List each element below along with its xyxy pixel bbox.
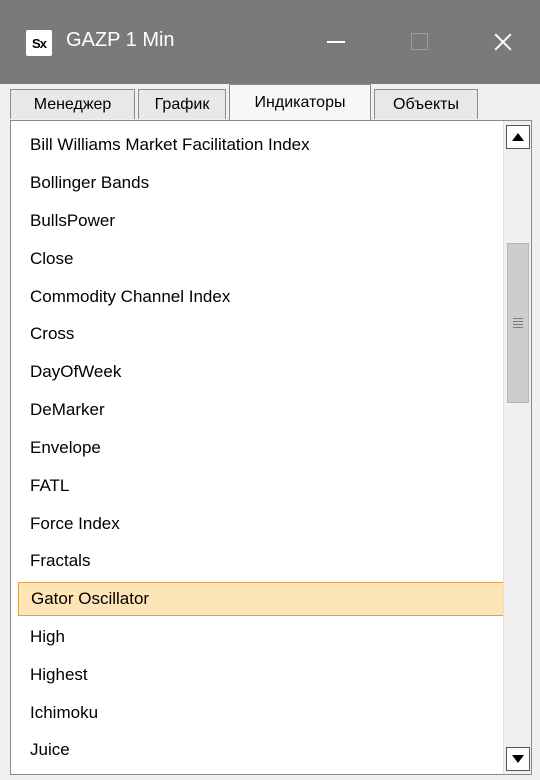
list-item[interactable]: Ichimoku: [18, 696, 511, 730]
tab-manager[interactable]: Менеджер: [10, 89, 135, 119]
list-item[interactable]: BullsPower: [18, 204, 511, 238]
app-logo-icon: Sx: [26, 30, 52, 56]
list-item[interactable]: Bill Williams Market Facilitation Index: [18, 128, 511, 162]
list-item[interactable]: Bollinger Bands: [18, 166, 511, 200]
list-item[interactable]: Juice: [18, 733, 511, 767]
tab-chart[interactable]: График: [138, 89, 226, 119]
scroll-thumb[interactable]: [507, 243, 529, 403]
minimize-icon[interactable]: [305, 20, 365, 64]
grip-icon: [513, 318, 523, 328]
app-logo-text: Sx: [32, 35, 47, 51]
list-item[interactable]: DayOfWeek: [18, 355, 511, 389]
tab-objects[interactable]: Объекты: [374, 89, 478, 119]
indicator-window: Sx GAZP 1 Min Менеджер График Индикаторы…: [0, 0, 540, 780]
indicator-list[interactable]: Bill Williams Market Facilitation Index …: [11, 121, 511, 774]
list-item[interactable]: Highest: [18, 658, 511, 692]
list-item[interactable]: Close: [18, 242, 511, 276]
maximize-icon[interactable]: [388, 20, 448, 64]
list-item[interactable]: Commodity Channel Index: [18, 280, 511, 314]
list-item[interactable]: DeMarker: [18, 393, 511, 427]
list-item[interactable]: Fractals: [18, 544, 511, 578]
indicator-list-panel: Bill Williams Market Facilitation Index …: [10, 121, 532, 775]
list-item[interactable]: Cross: [18, 317, 511, 351]
title-bar[interactable]: Sx GAZP 1 Min: [0, 0, 540, 84]
list-item[interactable]: High: [18, 620, 511, 654]
tab-strip: Менеджер График Индикаторы Объекты: [0, 84, 540, 124]
list-item[interactable]: Envelope: [18, 431, 511, 465]
list-item[interactable]: FATL: [18, 469, 511, 503]
list-item[interactable]: Force Index: [18, 507, 511, 541]
vertical-scrollbar[interactable]: [503, 121, 531, 774]
close-icon[interactable]: [472, 20, 532, 64]
list-item-selected[interactable]: Gator Oscillator: [18, 582, 511, 616]
scroll-down-button[interactable]: [506, 747, 530, 771]
arrow-down-icon: [512, 755, 524, 763]
tab-indicators[interactable]: Индикаторы: [229, 84, 371, 120]
arrow-up-icon: [512, 133, 524, 141]
window-title: GAZP 1 Min: [66, 29, 175, 51]
scroll-up-button[interactable]: [506, 125, 530, 149]
